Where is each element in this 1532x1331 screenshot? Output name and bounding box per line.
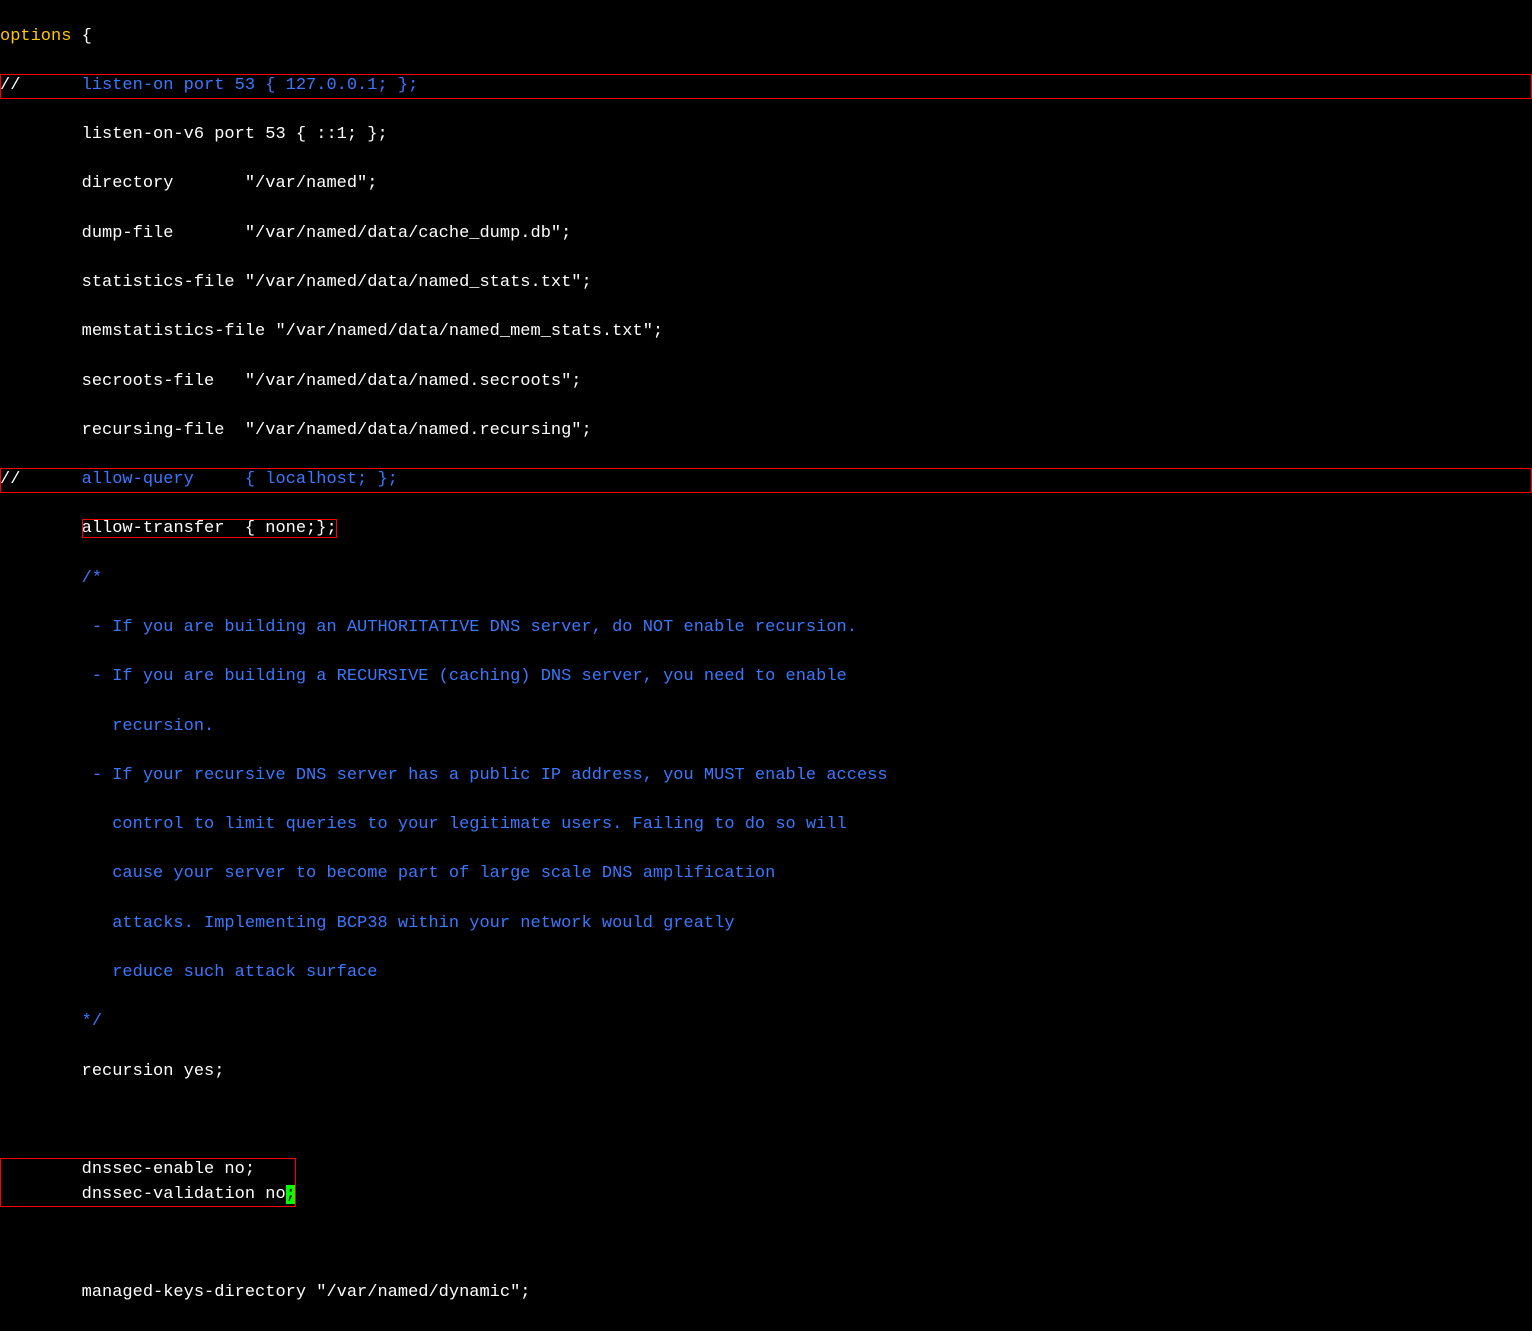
commented-directive: allow-query { localhost; }; [20,470,397,489]
cursor: ; [286,1185,296,1204]
code-editor[interactable]: options { // listen-on port 53 { 127.0.0… [0,0,1532,1331]
comment-line: */ [0,1010,1532,1035]
code-line: allow-transfer { none;}; [0,517,1532,542]
comment-slash: // [0,470,20,489]
code-line: secroots-file "/var/named/data/named.sec… [0,370,1532,395]
indent [0,519,82,538]
text: dnssec-validation no [0,1185,286,1204]
code-line: listen-on-v6 port 53 { ::1; }; [0,123,1532,148]
comment-line: reduce such attack surface [0,961,1532,986]
comment-line: - If you are building an AUTHORITATIVE D… [0,616,1532,641]
blank-line [0,1232,1532,1257]
highlighted-dnssec-block: dnssec-enable no; dnssec-validation no; [0,1158,1532,1207]
commented-directive: listen-on port 53 { 127.0.0.1; }; [20,76,418,95]
code-line: managed-keys-directory "/var/named/dynam… [0,1281,1532,1306]
highlighted-line-listen-on: // listen-on port 53 { 127.0.0.1; }; [0,74,1532,99]
code-line: statistics-file "/var/named/data/named_s… [0,271,1532,296]
comment-line: attacks. Implementing BCP38 within your … [0,912,1532,937]
code-line: directory "/var/named"; [0,172,1532,197]
highlighted-allow-transfer: allow-transfer { none;}; [82,519,337,538]
comment-line: cause your server to become part of larg… [0,862,1532,887]
comment-line: control to limit queries to your legitim… [0,813,1532,838]
code-line-cursor: dnssec-validation no; [0,1185,296,1204]
code-line: dump-file "/var/named/data/cache_dump.db… [0,222,1532,247]
comment-line: - If you are building a RECURSIVE (cachi… [0,665,1532,690]
highlighted-line-allow-query: // allow-query { localhost; }; [0,468,1532,493]
code-line: options { [0,25,1532,50]
blank-line [0,1109,1532,1134]
dnssec-box: dnssec-enable no; dnssec-validation no; [0,1158,296,1207]
code-line: memstatistics-file "/var/named/data/name… [0,320,1532,345]
comment-slash: // [0,76,20,95]
code-line: recursing-file "/var/named/data/named.re… [0,419,1532,444]
comment-line: - If your recursive DNS server has a pub… [0,764,1532,789]
text: { [71,27,91,46]
comment-line: recursion. [0,715,1532,740]
code-line: recursion yes; [0,1060,1532,1085]
comment-line: /* [0,567,1532,592]
keyword-options: options [0,27,71,46]
code-line: dnssec-enable no; [0,1158,296,1183]
